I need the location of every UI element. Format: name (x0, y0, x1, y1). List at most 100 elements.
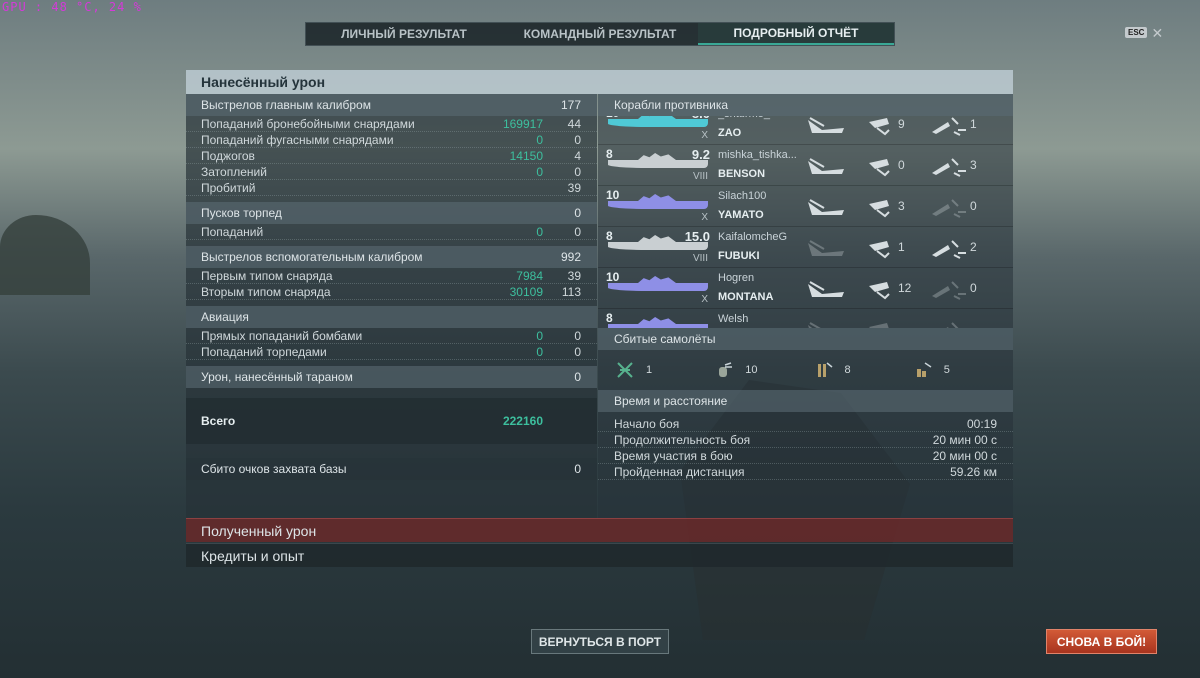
row-label: Вторым типом снаряда (201, 284, 331, 299)
row-label: Пробитий (201, 180, 256, 195)
total-damage: 222160 (502, 414, 543, 428)
table-row: Начало боя 00:19 (598, 416, 1013, 432)
time-label: Начало боя (614, 416, 680, 431)
battle-again-button[interactable]: СНОВА В БОЙ! (1046, 629, 1157, 654)
capture-row: Сбито очков захвата базы 0 (186, 458, 597, 480)
damage-dealt-icon (806, 280, 846, 300)
main-caliber-label: Выстрелов главным калибром (201, 98, 371, 112)
time-value: 20 мин 00 с (932, 432, 997, 447)
fire-icon (863, 116, 903, 136)
time-value: 59.26 км (950, 464, 997, 479)
tab-team-result[interactable]: КОМАНДНЫЙ РЕЗУЛЬТАТ (502, 23, 698, 45)
ship-tier-roman: VIII (692, 253, 708, 264)
ship-name: MONTANA (718, 291, 774, 303)
dive-bomber-icon (914, 361, 932, 379)
ship-tier-number: 10 (606, 270, 620, 284)
damage-dealt-icon (806, 157, 846, 177)
row-count: 0 (574, 164, 581, 179)
enemy-ship-row: 8 9.2 VIII mishka_tishka... BENSON 0 3 (598, 145, 1013, 186)
row-label: Попаданий фугасными снарядами (201, 132, 394, 147)
damage-dealt-icon (806, 321, 846, 328)
return-to-port-button[interactable]: ВЕРНУТЬСЯ В ПОРТ (531, 629, 669, 654)
table-row: Попаданий бронебойными снарядами 169917 44 (186, 116, 597, 132)
ship-exp-value: 15.0 (684, 229, 710, 244)
table-row: Вторым типом снаряда 30109 113 (186, 284, 597, 300)
time-header: Время и расстояние (598, 390, 1013, 412)
fire-icon (863, 157, 903, 177)
close-icon: ✕ (1151, 24, 1164, 41)
hit-count: 0 (970, 281, 977, 295)
fire-icon (863, 321, 903, 328)
row-count: 113 (561, 284, 581, 299)
player-name: Hogren (718, 272, 755, 284)
capture-count: 0 (574, 462, 581, 476)
row-count: 4 (574, 148, 581, 163)
planes-row: 1 10 8 5 (598, 350, 1013, 390)
row-damage: 0 (536, 344, 543, 359)
tab-detailed-report[interactable]: ПОДРОБНЫЙ ОТЧЁТ (698, 23, 894, 45)
fighter-icon (616, 361, 634, 379)
plane-stat: 8 (815, 361, 914, 379)
hit-count: 0 (970, 199, 977, 213)
torpedoes-header: Пусков торпед 0 (186, 202, 597, 224)
enemy-ship-row: 8 Welsh (598, 309, 1013, 328)
row-count: 0 (574, 224, 581, 239)
time-value: 00:19 (966, 416, 997, 431)
ship-tier-number: 8 (606, 311, 613, 325)
ship-name: FUBUKI (718, 250, 760, 262)
player-name: Silach100 (718, 190, 767, 202)
ram-count: 0 (574, 370, 581, 384)
time-label: Пройденная дистанция (614, 464, 745, 479)
table-row: Пройденная дистанция 59.26 км (598, 464, 1013, 480)
hit-icon (928, 198, 968, 218)
enemy-ship-row: 108.0X_shturmo_ZAO91 (598, 116, 1013, 145)
time-label: Время участия в бою (614, 448, 733, 463)
player-name: KaifalomcheG (718, 231, 788, 243)
received-damage-header[interactable]: Полученный урон (186, 518, 1013, 542)
damage-dealt-icon (806, 239, 846, 259)
row-count: 0 (574, 328, 581, 343)
fire-icon (863, 280, 903, 300)
enemy-ships-list[interactable]: 108.0X_shturmo_ZAO9189.2VIIImishka_tishk… (598, 116, 1013, 328)
row-damage: 0 (536, 164, 543, 179)
ship-silhouette-icon (608, 201, 708, 209)
player-name: _shturmo_ (718, 116, 808, 120)
background-island (0, 215, 90, 295)
plane-count: 1 (646, 364, 653, 376)
credits-xp-header[interactable]: Кредиты и опыт (186, 543, 1013, 567)
row-count: 44 (567, 116, 581, 131)
hit-icon (928, 239, 968, 259)
aviation-header: Авиация (186, 306, 597, 328)
table-row: Первым типом снаряда 7984 39 (186, 268, 597, 284)
ship-name: BENSON (718, 168, 766, 180)
enemy-ship-row: 10 X Hogren MONTANA 12 0 (598, 268, 1013, 309)
capture-label: Сбито очков захвата базы (201, 462, 347, 476)
row-count: 0 (574, 344, 581, 359)
plane-stat: 1 (616, 361, 715, 379)
gpu-overlay: GPU : 48 °C, 24 % (2, 0, 142, 14)
table-row: Пробитий 39 (186, 180, 597, 196)
table-row: Затоплений 0 0 (186, 164, 597, 180)
torpedo-bomber-icon (815, 361, 833, 379)
hit-count: 1 (970, 117, 977, 131)
fire-icon (863, 198, 903, 218)
report-panel: Нанесённый урон Выстрелов главным калибр… (186, 70, 1013, 567)
dealt-damage-header[interactable]: Нанесённый урон (186, 70, 1013, 94)
ship-exp-value: 9.2 (691, 147, 710, 162)
esc-key-label: ESC (1125, 27, 1148, 38)
ship-tier-roman: X (701, 294, 708, 305)
row-label: Прямых попаданий бомбами (201, 328, 363, 343)
row-damage: 14150 (509, 148, 543, 163)
ship-tier-roman: X (701, 212, 708, 223)
table-row: Попаданий фугасными снарядами 0 0 (186, 132, 597, 148)
time-value: 20 мин 00 с (932, 448, 997, 463)
close-button[interactable]: ESC ✕ (1125, 24, 1164, 41)
table-row: Попаданий торпедами 0 0 (186, 344, 597, 360)
hit-count: 2 (970, 240, 977, 254)
row-label: Попаданий (201, 224, 264, 239)
hit-icon (928, 280, 968, 300)
fire-count: 0 (898, 158, 905, 172)
tab-personal-result[interactable]: ЛИЧНЫЙ РЕЗУЛЬТАТ (306, 23, 502, 45)
ship-tier-number: 8 (606, 147, 613, 161)
row-damage: 7984 (516, 268, 543, 283)
